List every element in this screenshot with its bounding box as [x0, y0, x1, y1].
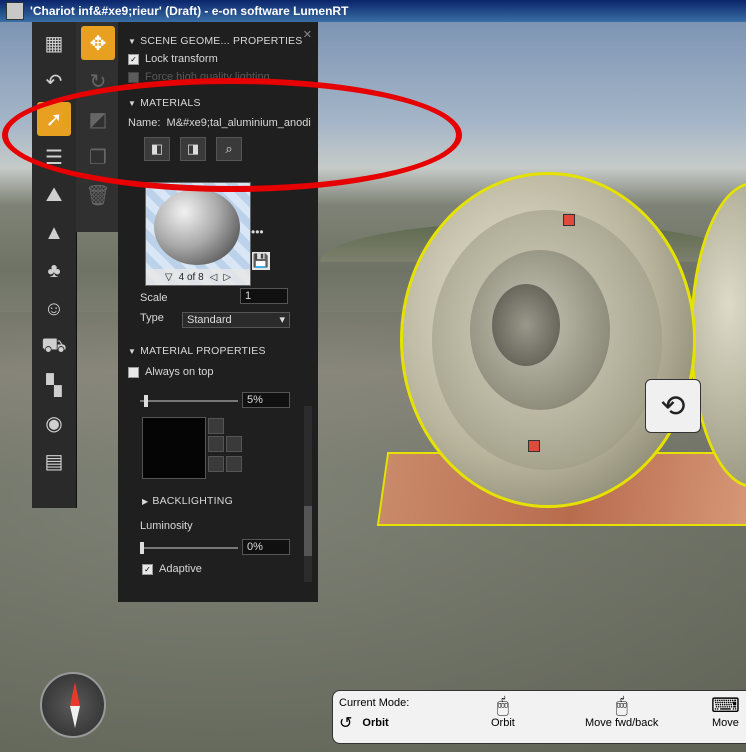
orbit-icon: ↺	[339, 715, 353, 732]
material-properties-header[interactable]: ▼ MATERIAL PROPERTIES	[118, 342, 318, 360]
window-title: 'Chariot inf&#xe9;rieur' (Draft) - e-on …	[30, 4, 349, 18]
adaptive-checkbox[interactable]: ✓	[142, 563, 153, 575]
adaptive-row[interactable]: ✓ Adaptive	[132, 560, 202, 578]
car-icon[interactable]: ⛟	[37, 330, 71, 364]
texture-add-icon[interactable]	[208, 418, 224, 434]
filter-icon[interactable]: ▽	[165, 272, 173, 283]
texture-edit-icon[interactable]	[208, 456, 224, 472]
scene-geometry-label: SCENE GEOME... PROPERTIES	[140, 35, 303, 47]
blocks-icon[interactable]: ▚	[37, 368, 71, 402]
preview-counter: 4 of 8	[178, 271, 204, 283]
move-mode-label: Move	[711, 717, 739, 729]
more-options[interactable]: •••	[251, 225, 264, 239]
close-icon[interactable]: ✕	[303, 28, 312, 41]
move-fwd-mouse-icon: 🖱	[615, 695, 628, 717]
landscape-icon[interactable]: ⛰	[37, 178, 71, 212]
navigation-mode-bar: Current Mode: ↺ Orbit 🖱 Orbit 🖱 Move fwd…	[332, 690, 746, 744]
preview-nav: ▽ 4 of 8 ◁ ▷	[146, 269, 250, 285]
move-icon[interactable]: ✥	[81, 26, 115, 60]
luminosity-label: Luminosity	[140, 520, 193, 532]
scene-geometry-header[interactable]: ▼ SCENE GEOME... PROPERTIES	[118, 32, 318, 50]
app-icon	[6, 2, 24, 20]
next-icon[interactable]: ▷	[223, 272, 231, 283]
current-mode: Current Mode: ↺ Orbit	[339, 697, 447, 737]
scale-input[interactable]: 1	[240, 288, 288, 304]
lock-transform-checkbox[interactable]: ✓	[128, 53, 139, 65]
mountain-icon[interactable]: ▲	[37, 216, 71, 250]
luminosity-slider-knob[interactable]	[140, 542, 144, 554]
compass-south-needle	[70, 706, 80, 728]
panel-scrollbar-thumb[interactable]	[304, 506, 312, 556]
clapper-icon[interactable]: ▤	[37, 444, 71, 478]
opacity-slider-knob[interactable]	[144, 395, 148, 407]
arrow-keys-icon: ⌨	[711, 695, 740, 717]
camera-icon[interactable]: ◉	[37, 406, 71, 440]
opacity-input[interactable]: 5%	[242, 392, 290, 408]
backlighting-label: BACKLIGHTING	[152, 495, 233, 507]
luminosity-input[interactable]: 0%	[242, 539, 290, 555]
orbit-mode-label: Orbit	[491, 717, 515, 729]
title-bar: 'Chariot inf&#xe9;rieur' (Draft) - e-on …	[0, 0, 746, 22]
move-fwd-back-label: Move fwd/back	[585, 717, 659, 729]
opacity-slider[interactable]	[140, 395, 238, 407]
always-on-top-label: Always on top	[145, 366, 214, 378]
annotation-ellipse	[2, 78, 462, 192]
orbit-mode-button[interactable]: 🖱 Orbit	[491, 695, 515, 729]
adaptive-label: Adaptive	[159, 563, 202, 575]
tree-icon[interactable]: ♣	[37, 254, 71, 288]
type-select[interactable]: Standard ▾	[182, 312, 290, 328]
material-preview[interactable]: ▽ 4 of 8 ◁ ▷	[145, 182, 251, 286]
undo-icon[interactable]: ↶	[37, 64, 71, 98]
person-icon[interactable]: ☺	[37, 292, 71, 326]
resize-handle[interactable]	[528, 440, 540, 452]
move-mode-button[interactable]: ⌨ Move	[711, 695, 740, 729]
move-fwd-back-button[interactable]: 🖱 Move fwd/back	[585, 695, 658, 729]
material-properties-label: MATERIAL PROPERTIES	[140, 345, 266, 357]
texture-align-icon[interactable]	[226, 436, 242, 452]
prev-icon[interactable]: ◁	[210, 272, 218, 283]
lock-transform-label: Lock transform	[145, 53, 218, 65]
always-on-top-row[interactable]: Always on top	[118, 363, 213, 381]
resize-handle[interactable]	[563, 214, 575, 226]
current-mode-label: Current Mode:	[339, 697, 410, 709]
texture-delete-icon[interactable]	[226, 456, 242, 472]
type-value: Standard	[187, 314, 232, 326]
wheel-axle	[492, 284, 560, 366]
panel-scrollbar[interactable]	[304, 406, 312, 582]
backlighting-header[interactable]: ▶ BACKLIGHTING	[132, 492, 312, 510]
chevron-down-icon: ▾	[279, 314, 285, 326]
material-sphere	[154, 189, 240, 265]
texture-slot[interactable]	[142, 417, 206, 479]
texture-move-icon[interactable]	[208, 436, 224, 452]
compass[interactable]	[40, 672, 106, 738]
building-icon[interactable]: ▦	[37, 26, 71, 60]
rotate-gizmo-icon[interactable]: ⟲	[645, 379, 701, 433]
type-label: Type	[140, 312, 164, 324]
high-quality-checkbox[interactable]	[128, 71, 139, 83]
orbit-mouse-icon: 🖱	[496, 695, 509, 717]
compass-north-needle	[70, 682, 80, 706]
always-on-top-checkbox[interactable]	[128, 366, 139, 378]
save-icon[interactable]: 💾	[252, 252, 270, 270]
scale-label: Scale	[140, 292, 168, 304]
current-mode-value: Orbit	[362, 717, 389, 729]
lock-transform-row[interactable]: ✓ Lock transform	[118, 50, 318, 68]
luminosity-slider[interactable]	[140, 542, 238, 554]
